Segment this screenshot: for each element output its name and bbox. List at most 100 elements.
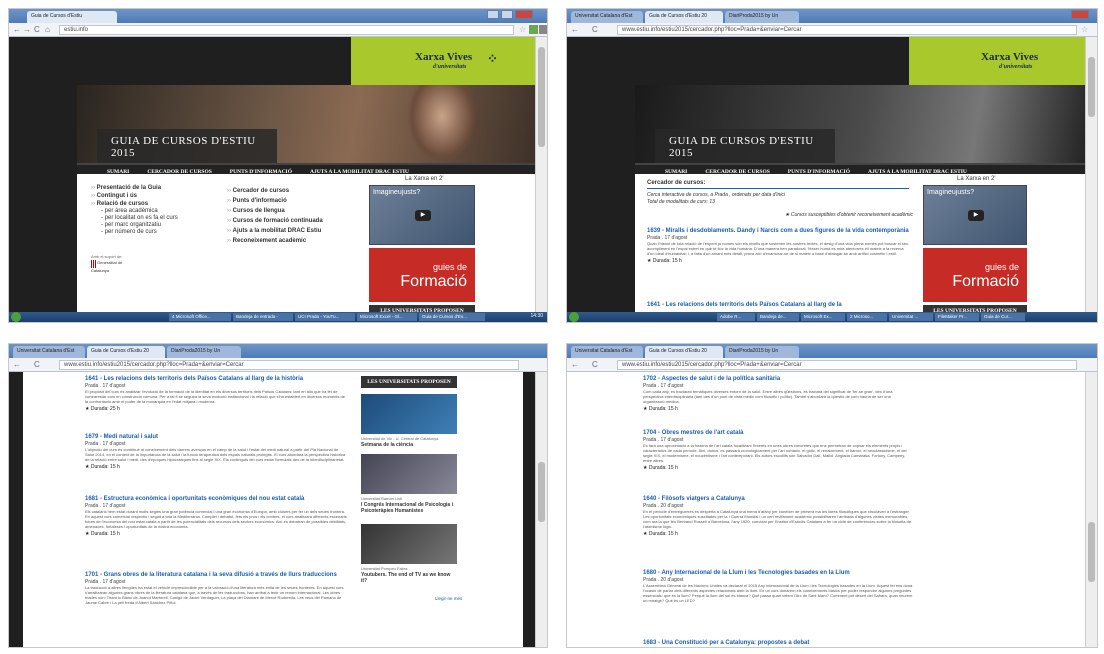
sublink[interactable]: - per àrea acadèmica bbox=[91, 208, 211, 215]
read-more-link[interactable]: Llegir-ne més bbox=[435, 596, 462, 601]
url-field[interactable]: www.estiu.info/estiu2015/cercador.php?ll… bbox=[59, 360, 519, 370]
menu-icon[interactable] bbox=[539, 25, 547, 34]
tab-diari[interactable]: DiariProda2015 by Un bbox=[167, 346, 241, 358]
course-title[interactable]: 1704 - Obres mestres de l'art català bbox=[643, 430, 913, 437]
taskbar-item[interactable]: Guia de Cursos d'Es... bbox=[419, 313, 485, 321]
play-icon[interactable]: ▶ bbox=[968, 210, 984, 221]
guies-formacio-banner[interactable]: guies de Formació bbox=[369, 248, 475, 302]
event-title[interactable]: Setmana de la ciència bbox=[361, 442, 471, 448]
sublink[interactable]: - per número de curs bbox=[91, 229, 211, 236]
tab-guia[interactable]: Guia de Cursos d'Estiu 20 bbox=[645, 346, 723, 358]
tab-universitat[interactable]: Universitat Catalana d'Est bbox=[13, 346, 85, 358]
link-cercador[interactable]: ›› Cercador de cursos bbox=[227, 186, 367, 196]
back-icon[interactable]: ← bbox=[571, 25, 579, 34]
guies-formacio-banner[interactable]: guies de Formació bbox=[923, 248, 1027, 302]
url-field[interactable]: www.estiu.info/estiu2015/cercador.php?ll… bbox=[617, 360, 1077, 370]
sublink[interactable]: - per marc organitzatiu bbox=[91, 222, 211, 229]
scrollbar[interactable] bbox=[1085, 37, 1097, 314]
event-image[interactable] bbox=[361, 454, 457, 494]
link-presentacio[interactable]: ›› Presentació de la Guia bbox=[91, 184, 211, 192]
url-field[interactable]: www.estiu.info/estiu2015/cercador.php?ll… bbox=[617, 25, 1077, 35]
link-reconeixement[interactable]: ›› Reconeixement acadèmic bbox=[227, 236, 367, 246]
scroll-thumb[interactable] bbox=[1088, 57, 1095, 117]
forward-icon[interactable]: → bbox=[23, 25, 31, 34]
scrollbar[interactable] bbox=[1085, 372, 1097, 647]
course-entry: 1702 - Aspectes de salut i de la polític… bbox=[643, 376, 913, 412]
taskbar-item[interactable]: Guia de Cur... bbox=[981, 313, 1025, 321]
course-title[interactable]: 1680 - Any Internacional de la Llum i le… bbox=[643, 570, 913, 577]
link-llengua[interactable]: ›› Cursos de llengua bbox=[227, 206, 367, 216]
link-formacio[interactable]: ›› Cursos de formació continuada bbox=[227, 216, 367, 226]
address-bar: ← C www.estiu.info/estiu2015/cercador.ph… bbox=[9, 358, 547, 372]
scroll-thumb[interactable] bbox=[538, 462, 545, 522]
event-image[interactable] bbox=[361, 394, 457, 434]
banner-line2: Formació bbox=[400, 273, 467, 290]
star-icon[interactable]: ☆ bbox=[519, 25, 528, 34]
scrollbar[interactable] bbox=[535, 372, 547, 647]
link-punts[interactable]: ›› Punts d'informació bbox=[227, 196, 367, 206]
generalitat-logo[interactable]: Generalitat de Catalunya bbox=[91, 260, 125, 273]
reload-icon[interactable]: C bbox=[592, 25, 598, 34]
course-entry: 1679 - Medi natural i salut Prada . 17 d… bbox=[85, 434, 347, 470]
close-button[interactable] bbox=[515, 10, 533, 19]
course-title[interactable]: 1701 - Grans obres de la literatura cata… bbox=[85, 572, 347, 579]
link-relacio[interactable]: ›› Relació de cursos bbox=[91, 200, 211, 208]
logo[interactable]: Xarxa Vives d'universitats bbox=[909, 37, 1085, 85]
scrollbar[interactable] bbox=[535, 37, 547, 314]
tab-guia[interactable]: Guia de Cursos d'Estiu 20 bbox=[87, 346, 165, 358]
home-icon[interactable]: ⌂ bbox=[45, 25, 50, 34]
back-icon[interactable]: ← bbox=[13, 25, 21, 34]
back-icon[interactable]: ← bbox=[571, 360, 579, 369]
tab-guia[interactable]: Guia de Cursos d'Estiu 20 bbox=[645, 11, 723, 23]
reload-icon[interactable]: C bbox=[34, 25, 40, 34]
course-title[interactable]: 1641 - Les relacions dels territoris del… bbox=[85, 376, 347, 383]
video-player[interactable]: Imagineujusts? ▶ bbox=[369, 185, 475, 245]
back-icon[interactable]: ← bbox=[13, 360, 21, 369]
tab-diari[interactable]: DiariProda2015 by Un bbox=[725, 11, 799, 23]
tab-diari[interactable]: DiariProda2015 by Un bbox=[725, 346, 799, 358]
extension-icon[interactable] bbox=[529, 25, 538, 34]
taskbar-item[interactable]: 2 Microso... bbox=[847, 313, 887, 321]
course-title[interactable]: 1639 - Miralls i desdoblaments. Dandy i … bbox=[647, 228, 909, 235]
tab-universitat[interactable]: Universitat Catalana d'Est bbox=[571, 346, 643, 358]
taskbar-item[interactable]: FileMaker Pr... bbox=[935, 313, 979, 321]
course-title[interactable]: 1679 - Medi natural i salut bbox=[85, 434, 347, 441]
star-icon[interactable]: ☆ bbox=[1081, 25, 1090, 34]
url-field[interactable]: estiu.info bbox=[59, 25, 514, 35]
taskbar-item[interactable]: Microsoft Ex... bbox=[801, 313, 845, 321]
course-duration: ★ Durada: 15 h bbox=[85, 464, 347, 470]
sublink[interactable]: - per localitat on es fa el curs bbox=[91, 215, 211, 222]
taskbar-item[interactable]: 4 Microsoft Office... bbox=[169, 313, 231, 321]
maximize-button[interactable] bbox=[501, 10, 513, 19]
course-entry: 1639 - Miralls i desdoblaments. Dandy i … bbox=[647, 228, 909, 264]
start-icon[interactable] bbox=[11, 312, 21, 322]
course-title[interactable]: 1641 - Les relacions dels territoris del… bbox=[647, 302, 909, 309]
link-ajuts[interactable]: ›› Ajuts a la mobilitat DRAC Estiu bbox=[227, 226, 367, 236]
taskbar-item[interactable]: Universitat ... bbox=[889, 313, 933, 321]
reload-icon[interactable]: C bbox=[34, 360, 40, 369]
tab-guia[interactable]: Guia de Cursos d'Estiu bbox=[27, 11, 117, 23]
play-icon[interactable]: ▶ bbox=[415, 210, 431, 221]
taskbar-item[interactable]: Bandeja de... bbox=[757, 313, 799, 321]
scroll-thumb[interactable] bbox=[1088, 522, 1095, 582]
event-title[interactable]: Youtubers. The end of TV as we know it? bbox=[361, 572, 457, 584]
taskbar-item[interactable]: UCI Prada - YouTu... bbox=[295, 313, 355, 321]
course-title[interactable]: 1681 - Estructura econòmica i oportunita… bbox=[85, 496, 347, 503]
logo[interactable]: Xarxa Vives d'universitats ⁘ bbox=[351, 37, 535, 85]
course-title[interactable]: 1702 - Aspectes de salut i de la polític… bbox=[643, 376, 913, 383]
course-title[interactable]: 1640 - Filòsofs viatgers a Catalunya bbox=[643, 496, 913, 503]
taskbar-item[interactable]: Adobe R... bbox=[717, 313, 755, 321]
reload-icon[interactable]: C bbox=[592, 360, 598, 369]
event-image[interactable] bbox=[361, 524, 457, 564]
start-icon[interactable] bbox=[569, 312, 579, 322]
scroll-thumb[interactable] bbox=[538, 47, 545, 147]
event-title[interactable]: I Congrés Internacional de Psicologia i … bbox=[361, 502, 471, 514]
tab-universitat[interactable]: Universitat Catalana d'Est bbox=[571, 11, 643, 23]
close-button[interactable] bbox=[1071, 10, 1089, 19]
course-title[interactable]: 1683 - Una Constitució per a Catalunya: … bbox=[643, 640, 913, 647]
video-player[interactable]: Imagineujusts? ▶ bbox=[923, 185, 1027, 245]
taskbar-item[interactable]: Microsoft Excel - Gl... bbox=[357, 313, 417, 321]
taskbar-item[interactable]: Bandeja de entrada - bbox=[233, 313, 293, 321]
minimize-button[interactable] bbox=[487, 10, 499, 19]
link-contingut[interactable]: ›› Contingut i ús bbox=[91, 192, 211, 200]
